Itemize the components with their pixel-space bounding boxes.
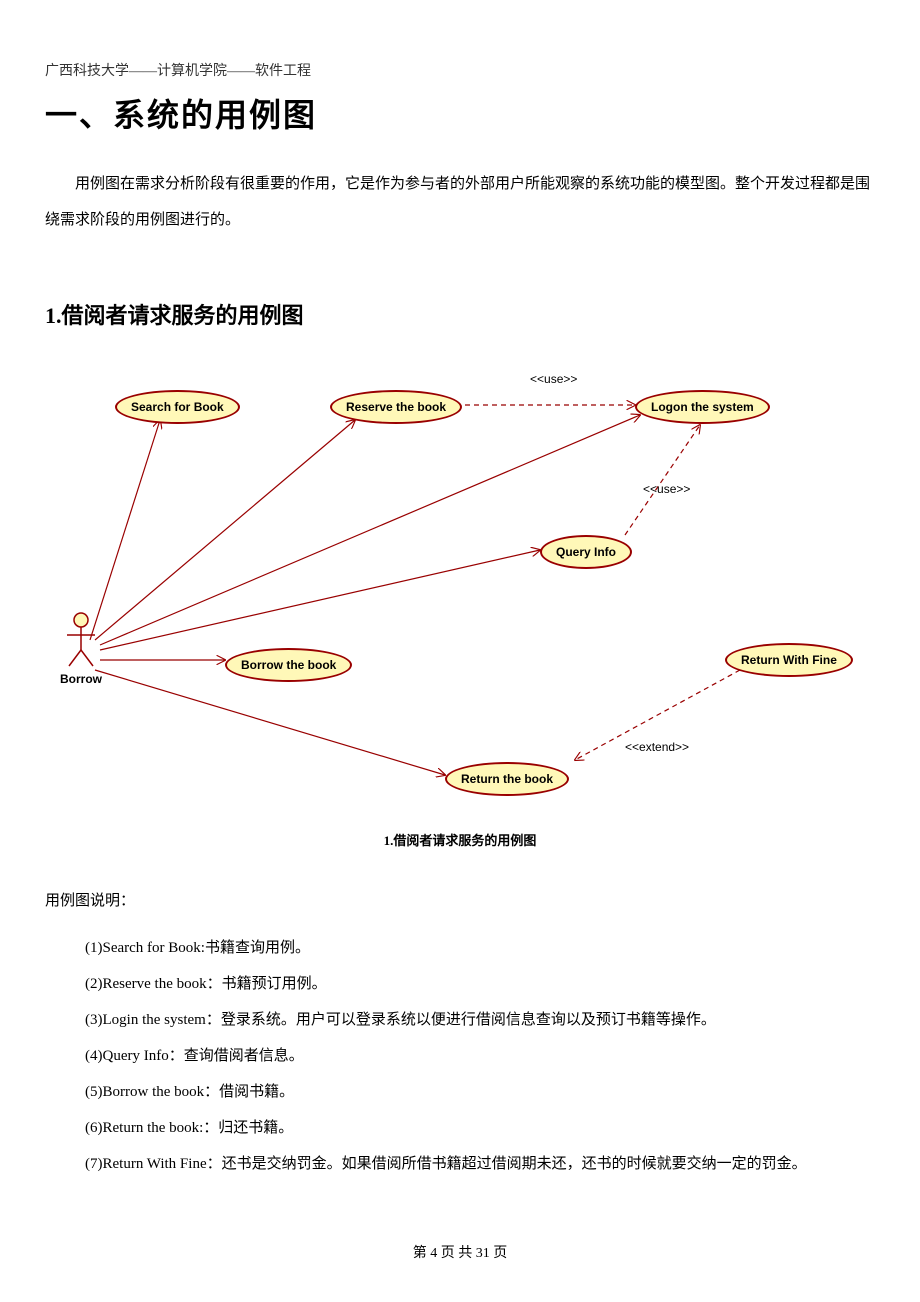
stereotype-extend: <<extend>> [625, 740, 689, 754]
diagram-caption: 1.借阅者请求服务的用例图 [45, 830, 875, 849]
list-item: (4)Query Info：查询借阅者信息。 [85, 1038, 875, 1074]
usecase-reserve: Reserve the book [330, 390, 462, 424]
usecase-query: Query Info [540, 535, 632, 569]
actor-borrow: Borrow [60, 610, 102, 686]
stereotype-use-2: <<use>> [643, 482, 690, 496]
page-footer: 第 4 页 共 31 页 [0, 1242, 920, 1262]
main-title: 一、系统的用例图 [45, 90, 875, 136]
diagram-connectors [45, 360, 875, 820]
stereotype-use-1: <<use>> [530, 372, 577, 386]
page-header: 广西科技大学——计算机学院——软件工程 [45, 60, 875, 80]
actor-icon [61, 610, 101, 670]
list-item: (5)Borrow the book：借阅书籍。 [85, 1074, 875, 1110]
explanation-title: 用例图说明： [45, 889, 875, 910]
explanation-list: (1)Search for Book:书籍查询用例。 (2)Reserve th… [45, 930, 875, 1182]
intro-paragraph: 用例图在需求分析阶段有很重要的作用，它是作为参与者的外部用户所能观察的系统功能的… [45, 166, 875, 238]
usecase-diagram: Search for Book Reserve the book Logon t… [45, 360, 875, 820]
list-item: (6)Return the book:：归还书籍。 [85, 1110, 875, 1146]
usecase-return-fine: Return With Fine [725, 643, 853, 677]
usecase-return-book: Return the book [445, 762, 569, 796]
list-item: (1)Search for Book:书籍查询用例。 [85, 930, 875, 966]
list-item: (2)Reserve the book：书籍预订用例。 [85, 966, 875, 1002]
usecase-borrow: Borrow the book [225, 648, 352, 682]
list-item: (3)Login the system：登录系统。用户可以登录系统以便进行借阅信… [85, 1002, 875, 1038]
list-item: (7)Return With Fine：还书是交纳罚金。如果借阅所借书籍超过借阅… [85, 1146, 875, 1182]
section-title: 1.借阅者请求服务的用例图 [45, 298, 875, 330]
actor-label: Borrow [60, 672, 102, 686]
usecase-logon: Logon the system [635, 390, 770, 424]
usecase-search: Search for Book [115, 390, 240, 424]
